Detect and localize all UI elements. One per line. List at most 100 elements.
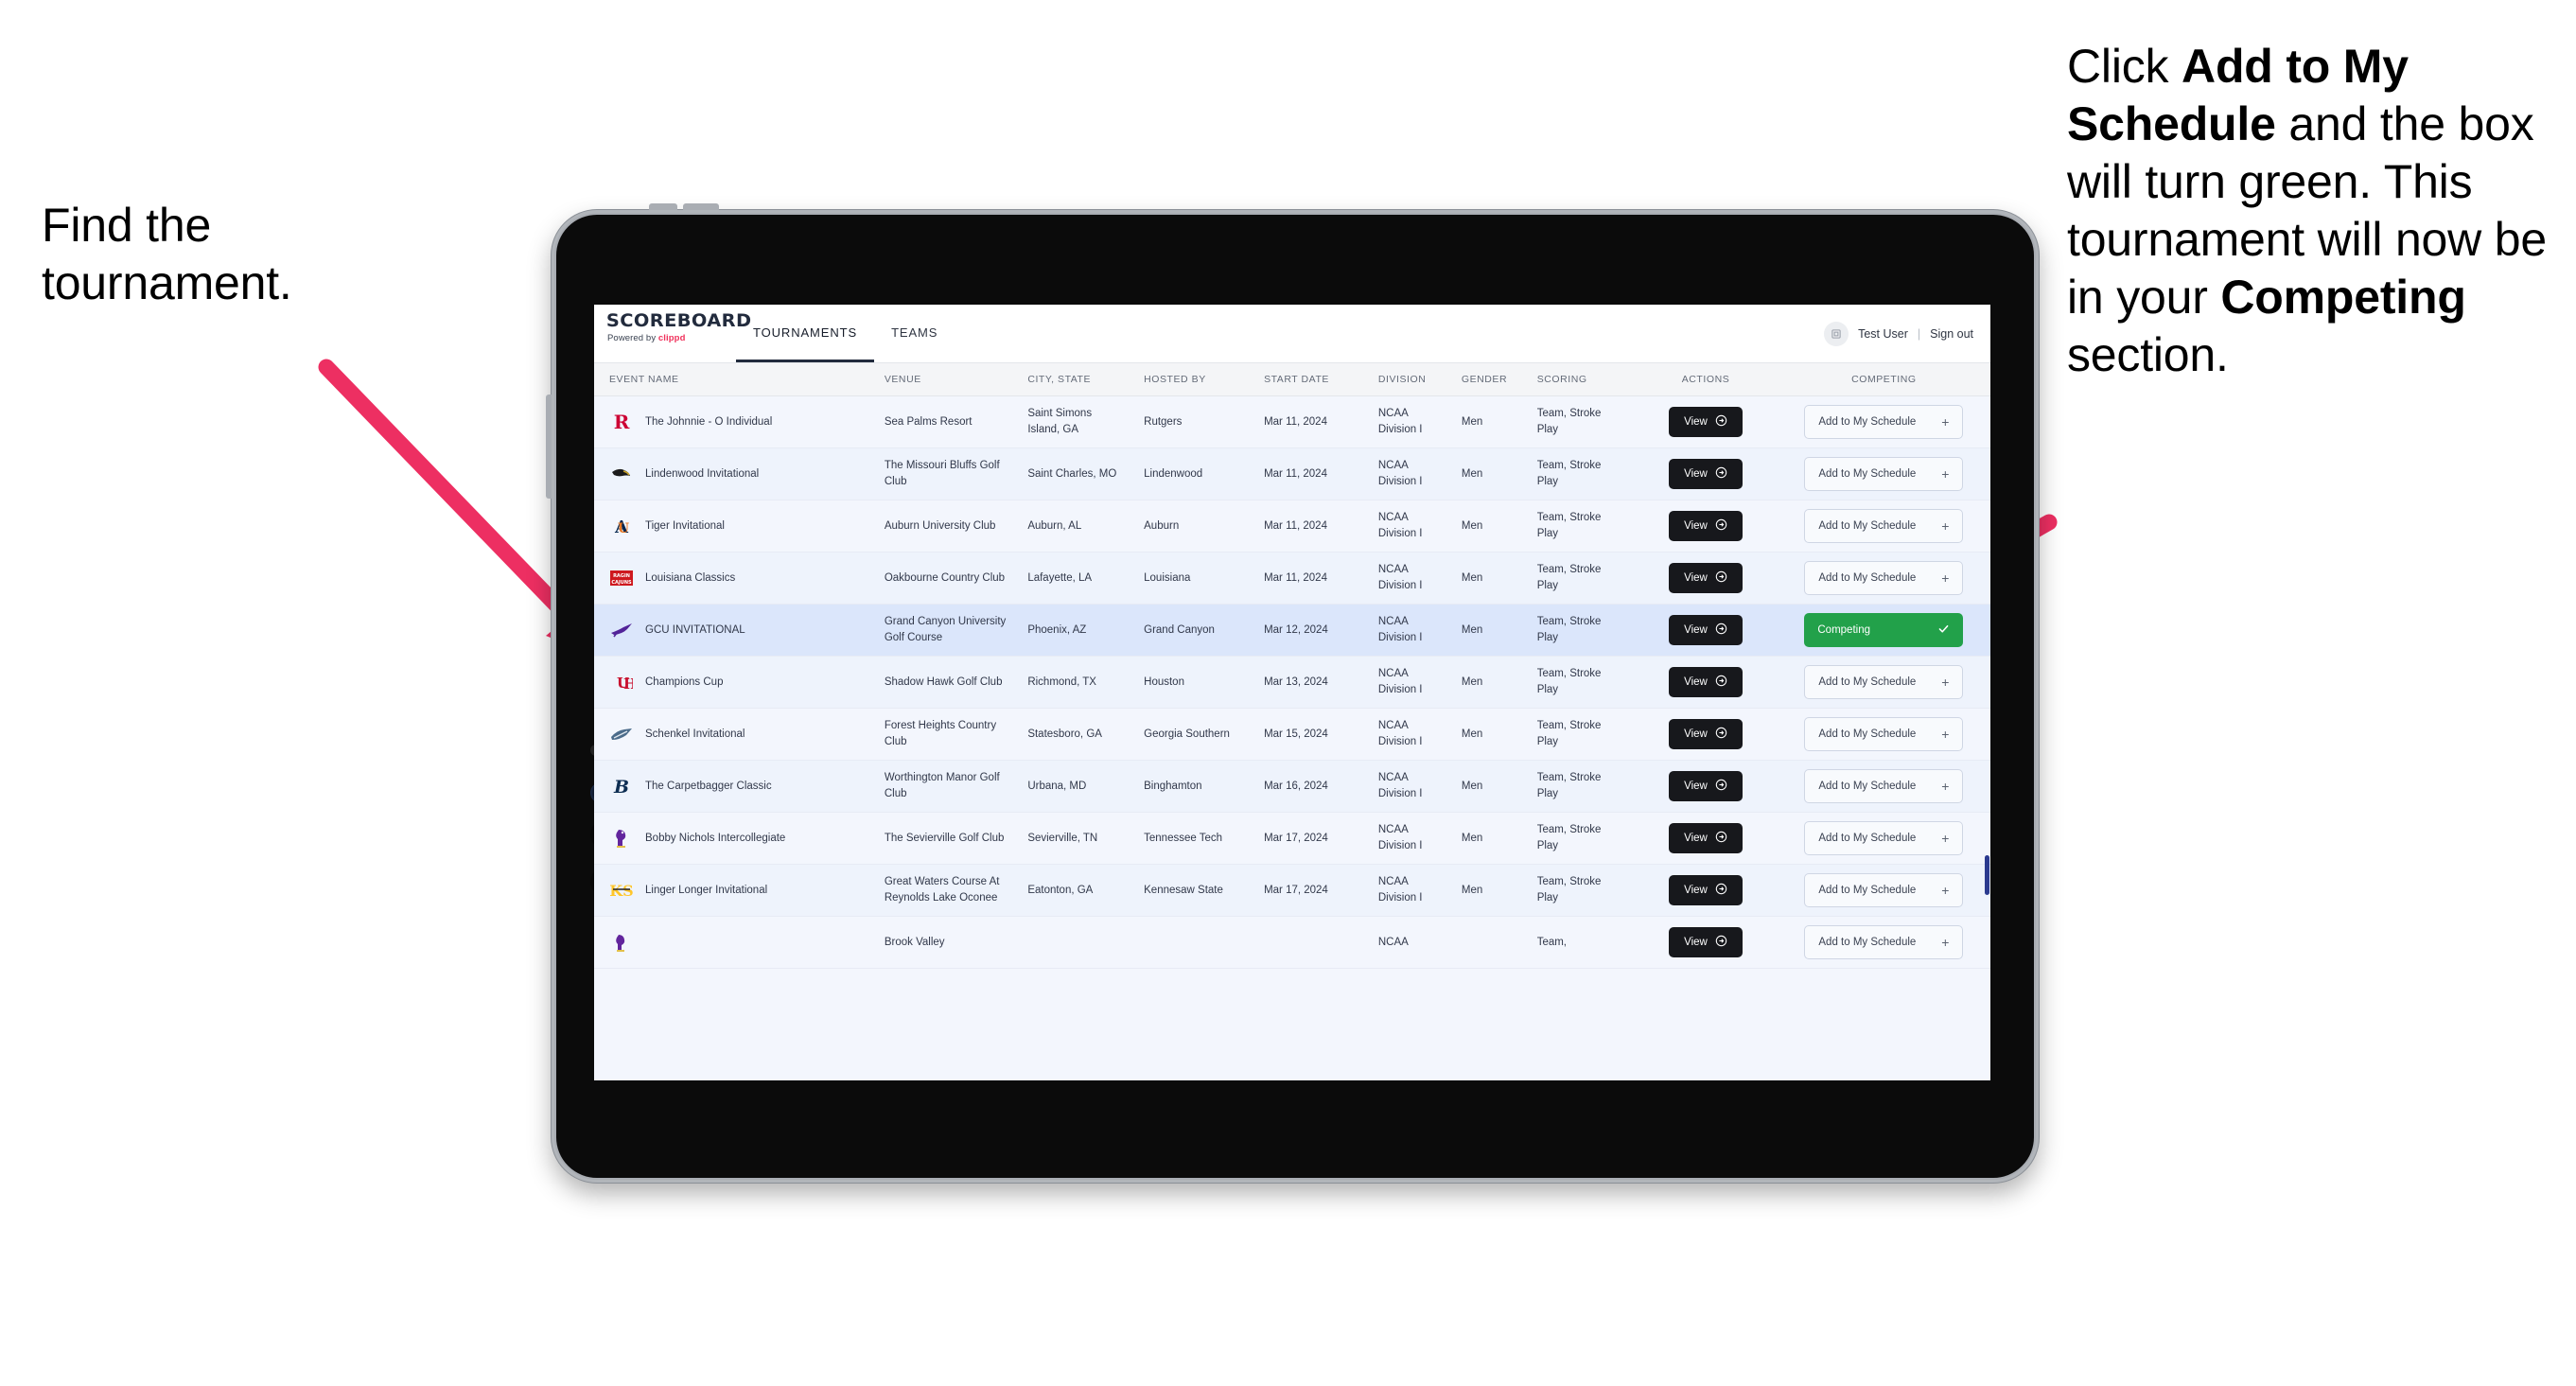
view-button[interactable]: View: [1669, 563, 1743, 593]
add-to-my-schedule-button[interactable]: Add to My Schedule +: [1804, 509, 1964, 543]
view-button[interactable]: View: [1669, 407, 1743, 437]
tournaments-table-container[interactable]: EVENT NAME VENUE CITY, STATE HOSTED BY S…: [594, 363, 1990, 1080]
cell-scoring: Team, Stroke Play: [1527, 656, 1635, 709]
cell-division: NCAA Division I: [1368, 604, 1452, 657]
view-button[interactable]: View: [1669, 875, 1743, 905]
power-button[interactable]: [546, 395, 554, 499]
view-button[interactable]: View: [1669, 823, 1743, 853]
volume-down-button[interactable]: [683, 203, 719, 213]
add-label: Add to My Schedule: [1818, 781, 1917, 792]
tab-teams[interactable]: TEAMS: [874, 305, 955, 362]
cell-event-name: B The Carpetbagger Classic: [594, 760, 875, 813]
cell-gender: Men: [1451, 395, 1528, 448]
event-name-text: Champions Cup: [645, 675, 724, 688]
tennessee-tech-logo: [609, 826, 634, 851]
svg-text:U: U: [618, 521, 629, 536]
sign-out-link[interactable]: Sign out: [1930, 327, 1973, 341]
table-row[interactable]: Bobby Nichols Intercollegiate The Sevier…: [594, 812, 1990, 865]
cell-actions: View: [1634, 760, 1778, 813]
cell-scoring: Team, Stroke Play: [1527, 395, 1635, 448]
cell-gender: [1451, 916, 1528, 969]
cell-gender: Men: [1451, 708, 1528, 761]
vertical-scrollbar[interactable]: [1985, 855, 1989, 895]
grand-canyon-logo: [609, 618, 634, 642]
column-header-event-name: EVENT NAME: [594, 363, 875, 396]
cell-competing: Add to My Schedule +: [1777, 812, 1990, 865]
cell-actions: View: [1634, 395, 1778, 448]
event-name-text: The Carpetbagger Classic: [645, 780, 772, 792]
view-button[interactable]: View: [1669, 927, 1743, 957]
cell-scoring: Team, Stroke Play: [1527, 864, 1635, 917]
annotation-right-bold2: Competing: [2220, 271, 2466, 324]
table-row[interactable]: UH Champions Cup Shadow Hawk Golf Club R…: [594, 656, 1990, 709]
brand-name: SCOREBOARD: [605, 310, 752, 331]
cell-city-state: Saint Simons Island, GA: [1018, 395, 1135, 448]
add-to-my-schedule-button[interactable]: Add to My Schedule +: [1804, 769, 1964, 803]
cell-start-date: Mar 11, 2024: [1254, 447, 1369, 500]
view-button[interactable]: View: [1669, 771, 1743, 801]
table-row[interactable]: R The Johnnie - O Individual Sea Palms R…: [594, 395, 1990, 448]
cell-event-name: [594, 916, 875, 969]
cell-hosted-by: Grand Canyon: [1134, 604, 1255, 657]
view-button[interactable]: View: [1669, 667, 1743, 697]
cell-actions: View: [1634, 916, 1778, 969]
cell-actions: View: [1634, 708, 1778, 761]
table-row[interactable]: Lindenwood Invitational The Missouri Blu…: [594, 447, 1990, 500]
georgia-southern-logo: [609, 722, 634, 746]
volume-up-button[interactable]: [649, 203, 677, 213]
event-name-text: Lindenwood Invitational: [645, 467, 760, 480]
add-label: Add to My Schedule: [1818, 833, 1917, 844]
add-to-my-schedule-button[interactable]: Add to My Schedule +: [1804, 717, 1964, 751]
view-button[interactable]: View: [1669, 459, 1743, 489]
cell-gender: Men: [1451, 812, 1528, 865]
view-button[interactable]: View: [1669, 719, 1743, 749]
event-name-text: GCU INVITATIONAL: [645, 623, 745, 636]
add-label: Add to My Schedule: [1818, 885, 1917, 896]
cell-hosted-by: Binghamton: [1134, 760, 1255, 813]
app-header: SCOREBOARD Powered by clippd TOURNAMENTS…: [594, 305, 1990, 363]
table-row[interactable]: B The Carpetbagger Classic Worthington M…: [594, 760, 1990, 813]
add-to-my-schedule-button[interactable]: Add to My Schedule +: [1804, 821, 1964, 855]
svg-text:RAGIN: RAGIN: [613, 573, 630, 579]
add-to-my-schedule-button[interactable]: Add to My Schedule +: [1804, 925, 1964, 959]
add-to-my-schedule-button[interactable]: Add to My Schedule +: [1804, 665, 1964, 699]
annotation-left-line1: Find the: [42, 199, 212, 252]
event-name-text: Schenkel Invitational: [645, 728, 745, 740]
add-label: Add to My Schedule: [1818, 676, 1917, 688]
column-header-gender: GENDER: [1451, 363, 1528, 396]
cell-actions: View: [1634, 656, 1778, 709]
add-to-my-schedule-button[interactable]: Add to My Schedule +: [1804, 457, 1964, 491]
cell-competing: Add to My Schedule +: [1777, 395, 1990, 448]
cell-city-state: Lafayette, LA: [1018, 552, 1135, 605]
cell-gender: Men: [1451, 552, 1528, 605]
svg-text:H: H: [623, 675, 633, 693]
table-row[interactable]: RAGIN CAJUNS Louisiana Classics Oakbourne…: [594, 552, 1990, 605]
table-row[interactable]: AU Tiger Invitational Auburn University …: [594, 500, 1990, 553]
table-row[interactable]: GCU INVITATIONAL Grand Canyon University…: [594, 604, 1990, 657]
plus-icon: +: [1941, 727, 1950, 742]
cell-gender: Men: [1451, 760, 1528, 813]
cell-division: NCAA Division I: [1368, 708, 1452, 761]
view-button[interactable]: View: [1669, 615, 1743, 645]
view-label: View: [1684, 572, 1708, 584]
add-to-my-schedule-button[interactable]: Add to My Schedule +: [1804, 561, 1964, 595]
table-row[interactable]: Schenkel Invitational Forest Heights Cou…: [594, 708, 1990, 761]
rutgers-logo: R: [609, 410, 634, 434]
brand-logo[interactable]: SCOREBOARD Powered by clippd: [594, 305, 752, 362]
tab-tournaments[interactable]: TOURNAMENTS: [736, 305, 875, 362]
cell-hosted-by: Auburn: [1134, 500, 1255, 553]
column-header-hosted-by: HOSTED BY: [1134, 363, 1255, 396]
table-header: EVENT NAME VENUE CITY, STATE HOSTED BY S…: [594, 363, 1990, 396]
add-to-my-schedule-button[interactable]: Add to My Schedule +: [1804, 405, 1964, 439]
competing-button[interactable]: Competing: [1804, 613, 1964, 647]
check-icon: [1937, 623, 1950, 638]
column-header-venue: VENUE: [874, 363, 1019, 396]
add-to-my-schedule-button[interactable]: Add to My Schedule +: [1804, 873, 1964, 907]
view-button[interactable]: View: [1669, 511, 1743, 541]
table-row[interactable]: KS Linger Longer Invitational Great Wate…: [594, 864, 1990, 917]
cell-city-state: Saint Charles, MO: [1018, 447, 1135, 500]
user-avatar-icon[interactable]: [1824, 321, 1849, 346]
cell-venue: Auburn University Club: [874, 500, 1019, 553]
cell-event-name: RAGIN CAJUNS Louisiana Classics: [594, 552, 875, 605]
table-row[interactable]: Brook Valley NCAA Team, View Add to My S…: [594, 916, 1990, 969]
